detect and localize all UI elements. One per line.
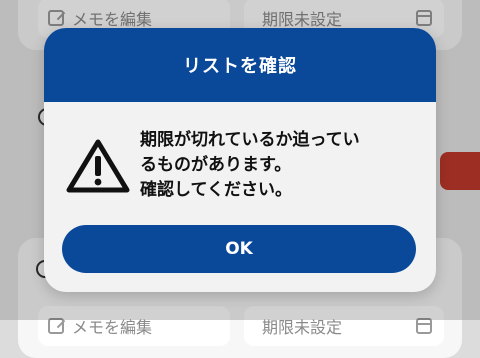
confirm-dialog: リストを確認 期限が切れているか迫ってい るものがあります。 確認してください。… [44,28,436,292]
warning-icon [66,139,130,193]
dialog-body: 期限が切れているか迫ってい るものがあります。 確認してください。 [44,102,436,222]
dialog-message-line: 期限が切れているか迫ってい [140,130,360,150]
dialog-message-line: 確認してください。 [140,180,292,200]
dialog-title: リストを確認 [183,56,297,77]
edit-icon [48,318,64,334]
ok-button[interactable]: OK [62,225,416,273]
calendar-icon [416,318,432,334]
dialog-header: リストを確認 [44,28,436,102]
dialog-message: 期限が切れているか迫ってい るものがあります。 確認してください。 [140,128,420,203]
dialog-message-line: るものがあります。 [140,155,292,175]
